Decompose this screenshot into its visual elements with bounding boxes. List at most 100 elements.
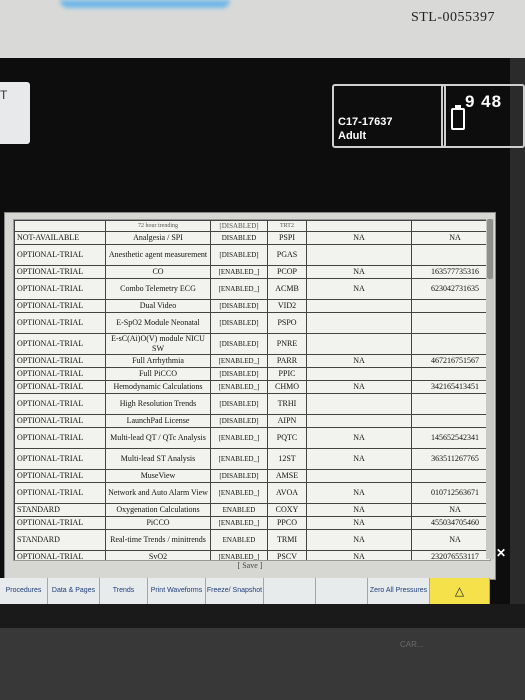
status-cell: STANDARD — [14, 503, 106, 517]
function-cell: PiCCO — [105, 516, 211, 530]
table-row: OPTIONAL-TRIAL SvO2 [ENABLED_] PSCV NA 232076… — [14, 550, 490, 560]
key-cell: 010712563671 — [411, 482, 490, 504]
function-cell: Full Arrhythmia — [105, 354, 211, 368]
key-cell: NA — [411, 503, 490, 517]
expiry-cell: NA — [306, 427, 412, 449]
key-cell: 342165413451 — [411, 380, 490, 394]
enabled-cell: [ENABLED_] — [210, 265, 268, 279]
enabled-cell: ENABLED — [210, 503, 268, 517]
key-cell: 455034705460 — [411, 516, 490, 530]
enabled-cell: [ENABLED_] — [210, 278, 268, 300]
softkey-2[interactable]: Trends — [100, 578, 148, 604]
enabled-cell: [DISABLED] — [210, 469, 268, 483]
enabled-cell: [DISABLED] — [210, 367, 268, 381]
enabled-cell: [DISABLED] — [210, 244, 268, 266]
monitor-base: CAR... — [0, 628, 525, 700]
status-cell: OPTIONAL-TRIAL — [14, 380, 106, 394]
key-cell: 145652542341 — [411, 427, 490, 449]
key-cell — [411, 414, 490, 428]
status-cell: OPTIONAL-TRIAL — [14, 244, 106, 266]
key-cell — [411, 220, 490, 232]
enabled-cell: ENABLED — [210, 529, 268, 551]
monitor-top-bezel: STL-0055397 — [0, 0, 525, 58]
code-cell: PARR — [267, 354, 307, 368]
function-cell: E-sC(Ai)O(V) module NICU SW — [105, 333, 211, 355]
softkey-3[interactable]: Print Waveforms — [148, 578, 206, 604]
function-cell: Multi-lead ST Analysis — [105, 448, 211, 470]
code-cell: COXY — [267, 503, 307, 517]
softkey-7[interactable]: Zero All Pressures — [368, 578, 430, 604]
save-button[interactable]: [ Save ] — [5, 561, 495, 570]
clock-box[interactable]: 9 48 — [441, 84, 525, 148]
table-row: STANDARD Oxygenation Calculations ENABLED C… — [14, 503, 490, 517]
status-cell: OPTIONAL-TRIAL — [14, 469, 106, 483]
status-cell: STANDARD — [14, 529, 106, 551]
key-cell — [411, 299, 490, 313]
function-cell: LaunchPad License — [105, 414, 211, 428]
softkey-1[interactable]: Data & Pages — [48, 578, 100, 604]
code-cell: PSCV — [267, 550, 307, 560]
enabled-cell: [ENABLED_] — [210, 482, 268, 504]
code-cell: PCOP — [267, 265, 307, 279]
status-cell — [14, 220, 106, 232]
status-cell: OPTIONAL-TRIAL — [14, 333, 106, 355]
function-cell: Real-time Trends / minitrends — [105, 529, 211, 551]
table-row-partial: 72 hour trending [DISABLED] TRT2 — [14, 220, 490, 232]
code-cell: ACMB — [267, 278, 307, 300]
function-cell: E-SpO2 Module Neonatal — [105, 312, 211, 334]
code-cell: PSPO — [267, 312, 307, 334]
expiry-cell — [306, 469, 412, 483]
status-cell: OPTIONAL-TRIAL — [14, 367, 106, 381]
enabled-cell: [ENABLED_] — [210, 354, 268, 368]
status-cell: OPTIONAL-TRIAL — [14, 265, 106, 279]
alarm-audio-icon[interactable]: △ — [430, 578, 490, 604]
expiry-cell: NA — [306, 503, 412, 517]
key-cell — [411, 244, 490, 266]
function-cell: Anesthetic agent measurement — [105, 244, 211, 266]
function-cell: Hemodynamic Calculations — [105, 380, 211, 394]
status-cell: OPTIONAL-TRIAL — [14, 299, 106, 313]
patient-id: C17-17637 — [338, 116, 393, 128]
expiry-cell — [306, 393, 412, 415]
expiry-cell — [306, 414, 412, 428]
softkey-5[interactable] — [264, 578, 316, 604]
expiry-cell: NA — [306, 529, 412, 551]
key-cell — [411, 367, 490, 381]
function-cell: MuseView — [105, 469, 211, 483]
left-tab-label: T — [0, 88, 8, 102]
softkey-4[interactable]: Freeze/ Snapshot — [206, 578, 264, 604]
expiry-cell: NA — [306, 265, 412, 279]
expiry-cell — [306, 220, 412, 232]
status-cell: OPTIONAL-TRIAL — [14, 393, 106, 415]
table-row: OPTIONAL-TRIAL Anesthetic agent measureme… — [14, 244, 490, 266]
table-row: OPTIONAL-TRIAL Combo Telemetry ECG [ENABLE… — [14, 278, 490, 300]
code-cell: TRMI — [267, 529, 307, 551]
function-cell: SvO2 — [105, 550, 211, 560]
status-cell: OPTIONAL-TRIAL — [14, 414, 106, 428]
softkey-6[interactable] — [316, 578, 368, 604]
table-row: OPTIONAL-TRIAL LaunchPad License [DISABLED… — [14, 414, 490, 428]
scrollbar-thumb[interactable] — [487, 219, 493, 279]
close-icon[interactable]: ✕ — [496, 546, 506, 560]
code-cell: AVOA — [267, 482, 307, 504]
enabled-cell: [DISABLED] — [210, 414, 268, 428]
patient-info-box[interactable]: C17-17637 Adult — [332, 84, 446, 148]
expiry-cell: NA — [306, 482, 412, 504]
function-cell: Combo Telemetry ECG — [105, 278, 211, 300]
code-cell: PGAS — [267, 244, 307, 266]
softkey-0[interactable]: Procedures — [0, 578, 48, 604]
expiry-cell — [306, 312, 412, 334]
key-cell: 467216751567 — [411, 354, 490, 368]
left-tab[interactable]: T — [0, 82, 30, 144]
function-cell: High Resolution Trends — [105, 393, 211, 415]
enabled-cell: [DISABLED] — [210, 333, 268, 355]
code-cell: PSPI — [267, 231, 307, 245]
patient-category: Adult — [338, 130, 367, 142]
function-cell: 72 hour trending — [105, 220, 211, 232]
status-cell: OPTIONAL-TRIAL — [14, 550, 106, 560]
expiry-cell: NA — [306, 380, 412, 394]
enabled-cell: [ENABLED_] — [210, 448, 268, 470]
code-cell: CHMO — [267, 380, 307, 394]
code-cell: AIPN — [267, 414, 307, 428]
key-cell — [411, 393, 490, 415]
